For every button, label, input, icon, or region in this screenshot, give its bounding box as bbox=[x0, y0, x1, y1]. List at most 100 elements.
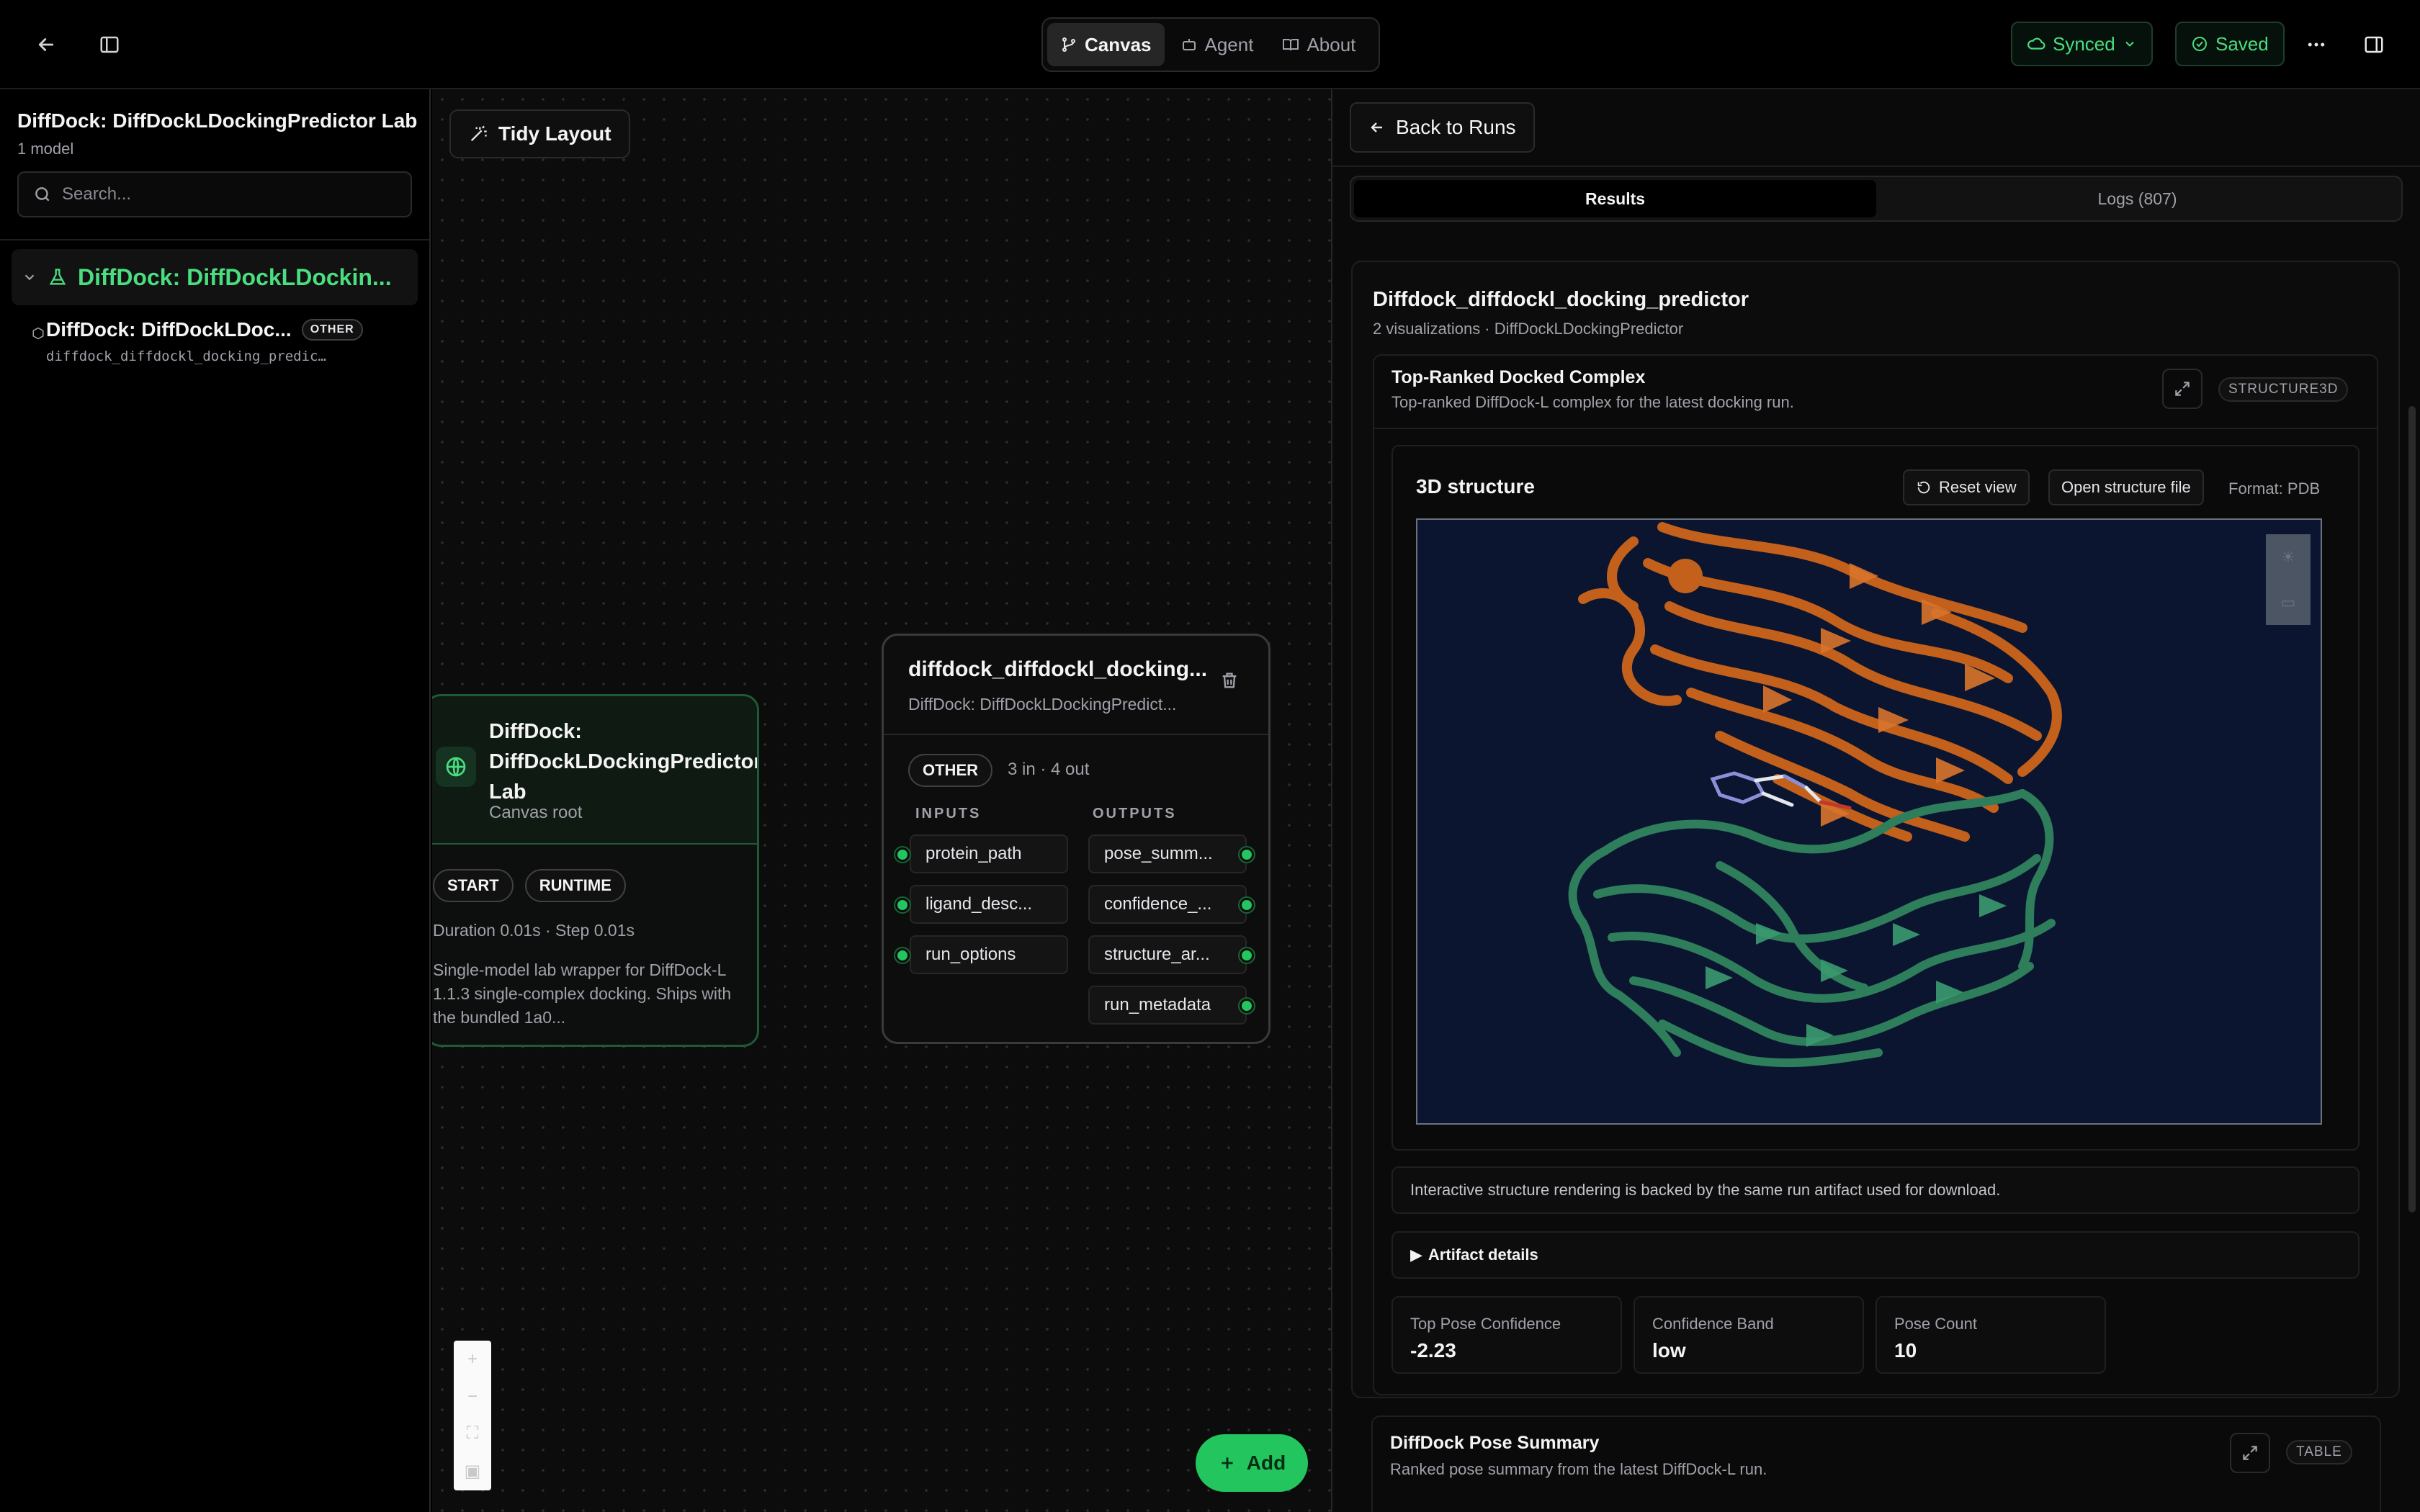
molecule-viewer[interactable]: ☀ ▭ bbox=[1416, 518, 2322, 1125]
sidebar-group-diffdock[interactable]: DiffDock: DiffDockLDockin... bbox=[12, 249, 418, 305]
results-card-subtitle: 2 visualizations · DiffDockLDockingPredi… bbox=[1373, 320, 1684, 338]
fit-view-icon[interactable]: ⛶ bbox=[467, 1423, 479, 1444]
root-node[interactable]: DiffDock: DiffDockLDockingPredictor Lab … bbox=[432, 694, 759, 1047]
tab-results[interactable]: Results bbox=[1354, 180, 1876, 217]
metric-confidence-band: Confidence Band low bbox=[1634, 1296, 1864, 1374]
view-switcher: Canvas Agent About bbox=[1041, 17, 1380, 72]
tidy-layout-label: Tidy Layout bbox=[498, 122, 611, 145]
input-handle[interactable] bbox=[895, 847, 910, 862]
lock-icon[interactable]: ▣ bbox=[465, 1461, 481, 1482]
rotate-icon bbox=[1917, 481, 1930, 494]
tab-canvas-label: Canvas bbox=[1085, 33, 1152, 55]
metric-pose-count: Pose Count 10 bbox=[1876, 1296, 2106, 1374]
camera-icon[interactable]: ▭ bbox=[2281, 593, 2296, 612]
artifact-details-toggle[interactable]: ▶ Artifact details bbox=[1392, 1231, 2360, 1279]
sidebar-item-model[interactable]: DiffDock: DiffDockLDoc... OTHER diffdock… bbox=[32, 318, 421, 364]
plus-icon bbox=[1222, 1457, 1233, 1469]
synced-dropdown[interactable]: Synced bbox=[2011, 22, 2153, 66]
saved-label: Saved bbox=[2215, 32, 2269, 55]
magic-wand-icon bbox=[470, 125, 487, 142]
protein-ribbon-render bbox=[1568, 522, 2062, 1068]
zoom-out-icon[interactable]: − bbox=[467, 1387, 478, 1407]
results-card: Diffdock_diffdockl_docking_predictor 2 v… bbox=[1351, 261, 2400, 1398]
arrow-left-icon bbox=[1371, 122, 1382, 132]
tab-agent[interactable]: Agent bbox=[1168, 23, 1267, 66]
add-node-button[interactable]: Add bbox=[1196, 1434, 1308, 1492]
input-handle[interactable] bbox=[895, 898, 910, 912]
chevron-down-icon bbox=[24, 274, 35, 281]
sidebar-divider bbox=[0, 239, 429, 240]
model-node-chips: OTHER bbox=[908, 754, 992, 787]
panel-toggle-icon[interactable] bbox=[2355, 26, 2393, 63]
input-port-ligand[interactable]: ligand_desc... bbox=[910, 885, 1068, 924]
cloud-icon bbox=[2027, 37, 2045, 50]
output-port-confidence[interactable]: confidence_... bbox=[1088, 885, 1247, 924]
input-handle[interactable] bbox=[895, 948, 910, 963]
back-arrow-icon[interactable] bbox=[27, 26, 65, 63]
model-node[interactable]: diffdock_diffdockl_docking... DiffDock: … bbox=[882, 634, 1270, 1044]
workflow-canvas[interactable]: Tidy Layout DiffDock: DiffDockLDockingPr… bbox=[432, 89, 1331, 1512]
chip-runtime: RUNTIME bbox=[524, 869, 626, 902]
results-divider bbox=[1332, 166, 2420, 167]
tab-agent-label: Agent bbox=[1204, 33, 1254, 55]
metric-value: 10 bbox=[1894, 1339, 1917, 1362]
synced-label: Synced bbox=[2053, 32, 2115, 55]
output-port-run-metadata[interactable]: run_metadata bbox=[1088, 986, 1247, 1025]
tab-canvas[interactable]: Canvas bbox=[1047, 23, 1165, 66]
viz-title: Top-Ranked Docked Complex bbox=[1392, 367, 1646, 387]
metric-top-pose-confidence: Top Pose Confidence -2.23 bbox=[1392, 1296, 1622, 1374]
sidebar-title: DiffDock: DiffDockLDockingPredictor Lab bbox=[17, 109, 418, 132]
output-port-structure[interactable]: structure_ar... bbox=[1088, 935, 1247, 974]
zoom-controls: + − ⛶ ▣ bbox=[454, 1341, 491, 1490]
metric-label: Confidence Band bbox=[1652, 1315, 1774, 1333]
expand-icon[interactable] bbox=[2230, 1433, 2270, 1473]
bot-icon bbox=[1182, 39, 1196, 50]
viewer-toolbar: ☀ ▭ bbox=[2266, 534, 2311, 625]
viz-subtitle: Top-ranked DiffDock-L complex for the la… bbox=[1392, 393, 1794, 411]
tidy-layout-button[interactable]: Tidy Layout bbox=[449, 109, 630, 158]
output-handle[interactable] bbox=[1240, 999, 1254, 1013]
sidebar-group-label: DiffDock: DiffDockLDockin... bbox=[78, 264, 392, 290]
viz2-subtitle: Ranked pose summary from the latest Diff… bbox=[1390, 1460, 1767, 1478]
check-circle-icon bbox=[2192, 37, 2207, 51]
artifact-details-label: Artifact details bbox=[1428, 1246, 1538, 1264]
git-branch-icon bbox=[1062, 37, 1075, 52]
root-node-subtitle: Canvas root bbox=[489, 803, 583, 822]
visualization-structure: Top-Ranked Docked Complex Top-ranked Dif… bbox=[1373, 354, 2378, 1395]
results-tabs: Results Logs (807) bbox=[1350, 176, 2403, 222]
back-to-runs-button[interactable]: Back to Runs bbox=[1350, 102, 1535, 153]
results-scrollbar[interactable] bbox=[2408, 406, 2416, 1212]
output-handle[interactable] bbox=[1240, 847, 1254, 862]
viz2-type-tag: TABLE bbox=[2286, 1440, 2352, 1464]
caret-right-icon: ▶ bbox=[1410, 1246, 1422, 1264]
tab-about-label: About bbox=[1307, 33, 1356, 55]
structure-3d-title: 3D structure bbox=[1416, 475, 1535, 498]
output-handle[interactable] bbox=[1240, 898, 1254, 912]
metric-value: low bbox=[1652, 1339, 1686, 1362]
metric-value: -2.23 bbox=[1410, 1339, 1456, 1362]
results-card-title: Diffdock_diffdockl_docking_predictor bbox=[1373, 288, 1749, 311]
more-options-icon[interactable] bbox=[2298, 26, 2335, 63]
search-input[interactable] bbox=[62, 184, 408, 204]
sidebar-toggle-icon[interactable] bbox=[91, 26, 128, 63]
input-port-protein-path[interactable]: protein_path bbox=[910, 834, 1068, 873]
chevron-down-icon bbox=[2125, 41, 2134, 47]
zoom-in-icon[interactable]: + bbox=[467, 1349, 478, 1369]
tab-logs[interactable]: Logs (807) bbox=[1876, 180, 2398, 217]
trash-icon[interactable] bbox=[1219, 670, 1240, 694]
sidebar-search[interactable] bbox=[17, 171, 412, 217]
model-node-title: diffdock_diffdockl_docking... bbox=[908, 657, 1208, 681]
output-handle[interactable] bbox=[1240, 948, 1254, 963]
reset-view-button[interactable]: Reset view bbox=[1903, 469, 2030, 505]
open-structure-label: Open structure file bbox=[2061, 478, 2191, 496]
output-port-pose-summary[interactable]: pose_summ... bbox=[1088, 834, 1247, 873]
root-node-header: DiffDock: DiffDockLDockingPredictor Lab … bbox=[432, 696, 757, 845]
open-structure-file-button[interactable]: Open structure file bbox=[2048, 469, 2204, 505]
tab-about[interactable]: About bbox=[1269, 23, 1368, 66]
metric-label: Pose Count bbox=[1894, 1315, 1977, 1333]
root-node-title: DiffDock: DiffDockLDockingPredictor Lab bbox=[489, 720, 759, 804]
expand-icon[interactable] bbox=[2162, 369, 2202, 409]
input-port-run-options[interactable]: run_options bbox=[910, 935, 1068, 974]
results-panel: Back to Runs Results Logs (807) Diffdock… bbox=[1331, 89, 2420, 1512]
sun-icon[interactable]: ☀ bbox=[2281, 548, 2295, 567]
